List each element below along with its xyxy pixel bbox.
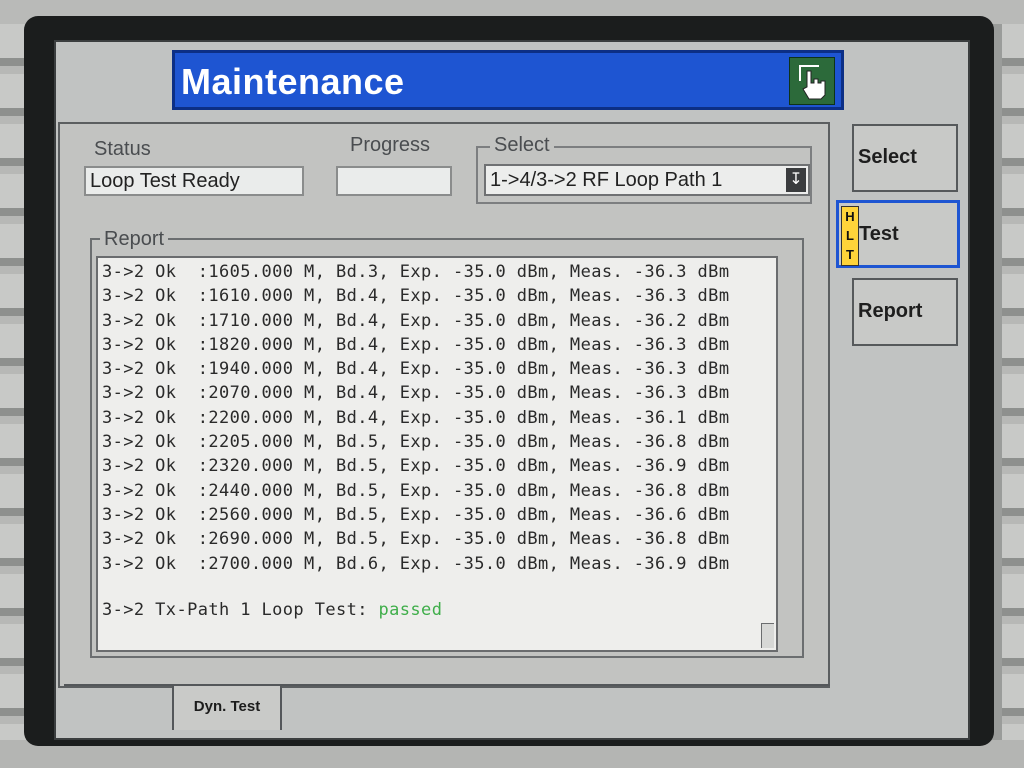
select-softkey-label: Select [858, 146, 917, 168]
page-title: Maintenance [181, 61, 405, 102]
device-grip-right [1002, 24, 1024, 740]
down-arrow-icon[interactable]: ↧ [786, 168, 806, 192]
path-select-value: 1->4/3->2 RF Loop Path 1 [490, 169, 723, 191]
hlt-badge-letter: T [846, 247, 854, 262]
report-line: 3->2 Ok :1610.000 M, Bd.4, Exp. -35.0 dB… [102, 286, 730, 307]
report-result-prefix: 3->2 Tx-Path 1 Loop Test: [102, 600, 379, 620]
report-line: 3->2 Ok :2320.000 M, Bd.5, Exp. -35.0 dB… [102, 456, 730, 477]
report-line: 3->2 Ok :2560.000 M, Bd.5, Exp. -35.0 dB… [102, 504, 730, 525]
tab-dyn-test[interactable]: Dyn. Test [172, 684, 282, 730]
report-line: 3->2 Ok :1820.000 M, Bd.4, Exp. -35.0 dB… [102, 334, 730, 355]
report-line: 3->2 Ok :1940.000 M, Bd.4, Exp. -35.0 dB… [102, 359, 730, 380]
report-softkey-label: Report [858, 300, 923, 322]
report-scrollbar[interactable] [761, 623, 774, 648]
status-field: Loop Test Ready [84, 166, 304, 196]
title-bar: Maintenance [172, 50, 844, 110]
tab-bar-line [282, 684, 830, 686]
report-line: 3->2 Ok :1710.000 M, Bd.4, Exp. -35.0 dB… [102, 310, 730, 331]
report-line: 3->2 Ok :2205.000 M, Bd.5, Exp. -35.0 dB… [102, 432, 730, 453]
progress-bar [336, 166, 452, 196]
status-label: Status [90, 138, 155, 161]
tab-bar-line [64, 684, 172, 686]
report-log[interactable]: 3->2 Ok :1605.000 M, Bd.3, Exp. -35.0 dB… [96, 256, 778, 652]
hlt-badge-letter: L [846, 228, 854, 243]
device-grip-left [0, 24, 26, 740]
report-line: 3->2 Ok :2070.000 M, Bd.4, Exp. -35.0 dB… [102, 383, 730, 404]
progress-label: Progress [346, 134, 435, 157]
report-line: 3->2 Ok :2700.000 M, Bd.6, Exp. -35.0 dB… [102, 553, 730, 574]
test-softkey-label: Test [859, 223, 899, 245]
report-line: 3->2 Ok :1605.000 M, Bd.3, Exp. -35.0 dB… [102, 262, 730, 282]
select-softkey[interactable]: Select [852, 124, 958, 192]
path-select-dropdown[interactable]: 1->4/3->2 RF Loop Path 1 ↧ [484, 164, 810, 196]
test-softkey[interactable]: H L T Test [836, 200, 960, 268]
select-label: Select [490, 134, 554, 157]
report-result-line: 3->2 Tx-Path 1 Loop Test: passed [102, 600, 442, 620]
report-result-status: passed [378, 600, 443, 620]
report-label: Report [100, 228, 169, 251]
report-softkey[interactable]: Report [852, 278, 958, 346]
hand-pointer-icon[interactable] [789, 57, 835, 105]
report-line: 3->2 Ok :2440.000 M, Bd.5, Exp. -35.0 dB… [102, 480, 730, 501]
hlt-badge: H L T [841, 206, 859, 266]
report-lines: 3->2 Ok :1605.000 M, Bd.3, Exp. -35.0 dB… [102, 260, 729, 576]
report-line: 3->2 Ok :2690.000 M, Bd.5, Exp. -35.0 dB… [102, 529, 730, 550]
hlt-badge-letter: H [845, 209, 855, 224]
report-line: 3->2 Ok :2200.000 M, Bd.4, Exp. -35.0 dB… [102, 407, 730, 428]
